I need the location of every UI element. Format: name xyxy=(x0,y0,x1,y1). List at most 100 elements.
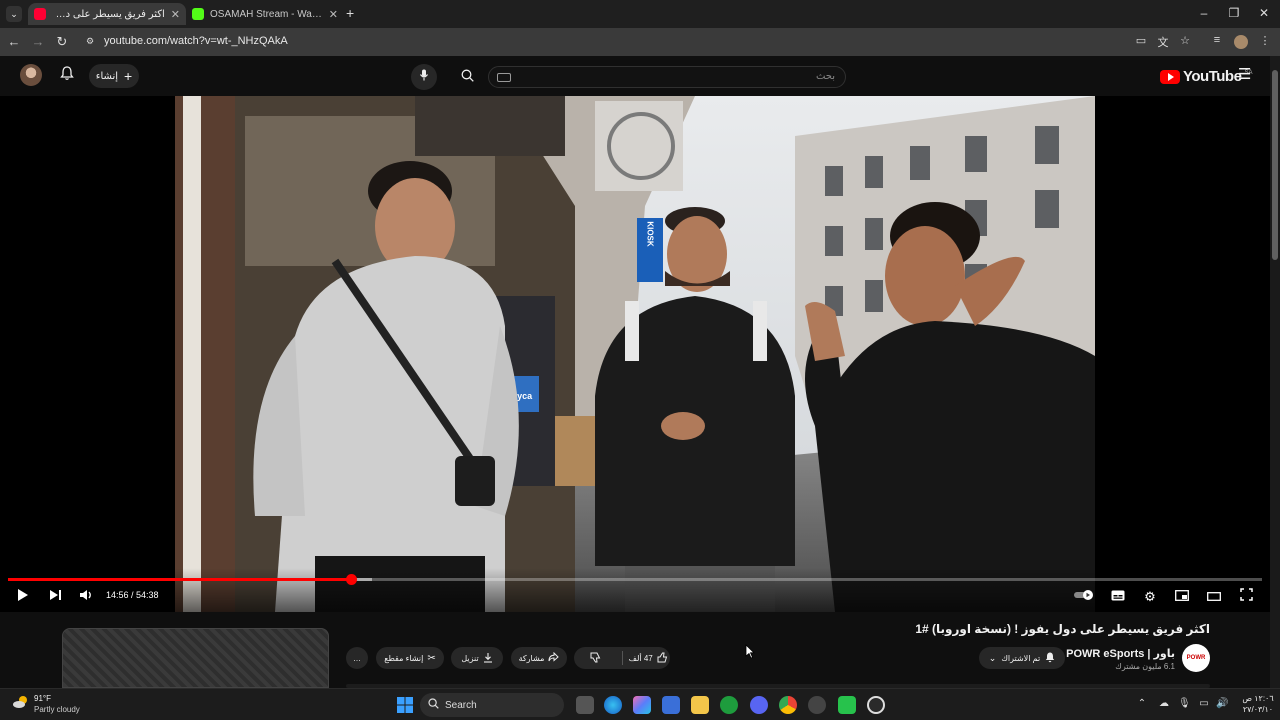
fullscreen-icon[interactable] xyxy=(1235,588,1257,606)
windows-start-icon[interactable] xyxy=(396,696,414,714)
plus-icon: + xyxy=(124,68,133,84)
next-video-icon[interactable] xyxy=(44,588,66,606)
translate-icon[interactable]: 文 xyxy=(1156,34,1170,49)
onedrive-cloud-icon[interactable]: ☁ xyxy=(1158,698,1170,709)
tab-osamah-stream[interactable]: OSAMAH Stream - Watch Live on ✕ xyxy=(186,3,344,25)
download-icon xyxy=(483,652,493,665)
search-button[interactable] xyxy=(452,64,482,90)
ad-thumbnail[interactable] xyxy=(62,628,329,688)
share-button[interactable]: مشاركة xyxy=(511,647,567,669)
share-arrow-icon xyxy=(548,651,560,664)
subscribe-label: تم الاشتراك xyxy=(1001,653,1041,663)
network-icon[interactable]: ▭ xyxy=(1198,698,1210,709)
bell-icon[interactable] xyxy=(60,66,74,84)
reload-icon[interactable]: ↻ xyxy=(54,34,70,50)
scissors-icon: ✂ xyxy=(427,652,436,664)
new-tab-button[interactable]: + xyxy=(346,5,354,21)
back-arrow-icon[interactable]: ← xyxy=(6,34,22,49)
settings-gear-icon[interactable] xyxy=(867,696,885,714)
chrome-icon[interactable] xyxy=(779,696,797,714)
clock-time[interactable]: ١٢:٠٦ ص xyxy=(1240,694,1276,703)
tab-title: OSAMAH Stream - Watch Live on xyxy=(210,8,323,20)
settings-gear-icon[interactable]: ⚙ xyxy=(1139,588,1161,606)
scrollbar-thumb[interactable] xyxy=(1272,70,1278,260)
speaker-volume-icon[interactable]: 🔊 xyxy=(1216,698,1228,709)
search-icon xyxy=(428,698,439,712)
partly-cloudy-icon[interactable] xyxy=(12,695,30,709)
download-button[interactable]: تنزيل xyxy=(451,647,503,669)
kebab-menu-icon[interactable]: ⋮ xyxy=(1258,34,1272,48)
search-input[interactable]: بحث xyxy=(488,66,846,88)
mouse-cursor-icon xyxy=(745,644,755,664)
search-icon xyxy=(461,69,474,85)
tab-search-icon[interactable]: ⌄ xyxy=(6,6,22,22)
reading-list-icon[interactable]: ≡ xyxy=(1210,34,1224,48)
kick-app-icon[interactable] xyxy=(838,696,856,714)
clip-button[interactable]: إنشاء مقطع ✂ xyxy=(376,647,444,669)
keyboard-icon[interactable] xyxy=(497,73,511,82)
hamburger-menu-icon[interactable]: ☰ xyxy=(1238,65,1251,83)
autoplay-toggle[interactable] xyxy=(1072,588,1096,606)
task-view-icon[interactable] xyxy=(576,696,594,714)
play-icon[interactable] xyxy=(12,588,34,606)
close-icon[interactable]: ✕ xyxy=(171,8,180,21)
dislike-button[interactable] xyxy=(574,647,618,669)
chevron-down-icon: ⌄ xyxy=(988,652,997,663)
progress-bar[interactable] xyxy=(8,574,1262,585)
youtube-play-logo-icon xyxy=(1160,69,1180,84)
clock-date[interactable]: ٢٧/٠٣/١٠ xyxy=(1240,705,1276,714)
copilot-icon[interactable] xyxy=(633,696,651,714)
minimize-button[interactable]: – xyxy=(1196,6,1212,20)
account-avatar[interactable] xyxy=(20,64,42,86)
thumbs-down-icon xyxy=(590,652,601,665)
more-actions-button[interactable]: … xyxy=(346,647,368,669)
like-button[interactable]: 47 ألف xyxy=(626,647,670,669)
video-title: اكثر فريق يسيطر على دول يفوز ! (نسخة اور… xyxy=(915,622,1210,636)
miniplayer-icon[interactable] xyxy=(1171,588,1193,606)
theater-mode-icon[interactable] xyxy=(1203,588,1225,606)
taskbar-search[interactable]: Search xyxy=(420,693,564,717)
youtube-header: إنشاء + بحث YouTube SA ☰ xyxy=(0,56,1270,96)
voice-search-button[interactable] xyxy=(411,64,437,90)
subscribed-button[interactable]: تم الاشتراك ⌄ xyxy=(979,647,1065,669)
maximize-button[interactable]: ❐ xyxy=(1226,6,1242,20)
video-info-section: اكثر فريق يسيطر على دول يفوز ! (نسخة اور… xyxy=(0,612,1270,688)
download-label: تنزيل xyxy=(461,653,479,663)
microphone-icon[interactable]: 🎙 xyxy=(1178,698,1191,709)
scrub-handle[interactable] xyxy=(345,574,357,585)
search-placeholder: بحث xyxy=(815,71,835,82)
bell-icon xyxy=(1045,652,1055,665)
video-player[interactable]: Lyca KIOSK 14:56 / 54:38 ⚙ xyxy=(0,96,1270,612)
xbox-icon[interactable] xyxy=(720,696,738,714)
tab-youtube[interactable]: اكثر فريق يسيطر على دول يفوز ✕ xyxy=(28,3,186,25)
microsoft-store-icon[interactable] xyxy=(662,696,680,714)
edge-browser-icon[interactable] xyxy=(604,696,622,714)
obs-icon[interactable] xyxy=(808,696,826,714)
page-scrollbar[interactable] xyxy=(1270,56,1280,688)
create-button[interactable]: إنشاء + xyxy=(89,64,139,88)
more-dots-icon: … xyxy=(353,653,361,663)
close-icon[interactable]: ✕ xyxy=(329,8,338,21)
url-field[interactable]: youtube.com/watch?v=wt-_NHzQAkA xyxy=(104,35,288,47)
cast-icon[interactable]: ▭ xyxy=(1134,34,1148,48)
microphone-icon xyxy=(419,69,429,84)
player-controls: 14:56 / 54:38 ⚙ xyxy=(0,568,1270,612)
forward-arrow-icon[interactable]: → xyxy=(30,34,46,49)
channel-name[interactable]: POWR eSports | باور xyxy=(1066,647,1175,660)
video-frame[interactable]: Lyca KIOSK xyxy=(175,96,1095,612)
file-explorer-icon[interactable] xyxy=(691,696,709,714)
site-info-icon[interactable]: ⚙ xyxy=(86,36,98,48)
weather-description: Partly cloudy xyxy=(34,705,80,714)
tab-title: اكثر فريق يسيطر على دول يفوز xyxy=(52,8,165,20)
windows-taskbar: 91°F Partly cloudy Search ⌃ ☁ 🎙 ▭ 🔊 ١٢:٠… xyxy=(0,688,1280,720)
bookmark-star-icon[interactable]: ☆ xyxy=(1178,34,1192,48)
show-hidden-icons-chevron-up-icon[interactable]: ⌃ xyxy=(1136,698,1148,709)
profile-avatar[interactable] xyxy=(1234,35,1248,49)
channel-avatar[interactable]: POWR xyxy=(1182,644,1210,672)
discord-icon[interactable] xyxy=(750,696,768,714)
subtitles-icon[interactable] xyxy=(1107,588,1129,606)
kiosk-sign-text: KIOSK xyxy=(646,221,655,247)
window-close-button[interactable]: ✕ xyxy=(1256,6,1272,20)
volume-icon[interactable] xyxy=(75,588,97,606)
clip-label: إنشاء مقطع xyxy=(384,653,424,663)
